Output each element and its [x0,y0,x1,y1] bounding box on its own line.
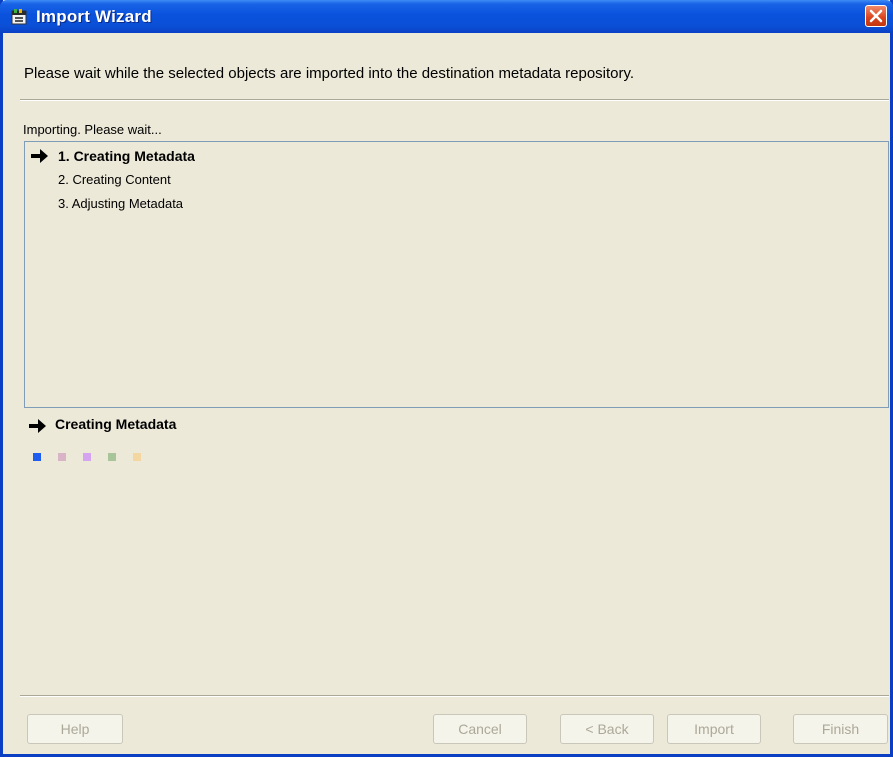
step-item-creating-metadata: 1. Creating Metadata [58,148,195,164]
bottom-divider [20,695,889,697]
step-item-creating-content: 2. Creating Content [58,172,171,187]
right-arrow-icon [29,419,46,433]
right-arrow-icon [31,149,48,163]
instruction-text: Please wait while the selected objects a… [24,65,635,82]
progress-square [133,453,141,461]
status-label: Importing. Please wait... [23,122,162,137]
top-divider [20,99,889,101]
finish-button[interactable]: Finish [793,714,888,744]
current-step-label: Creating Metadata [55,416,177,432]
help-button[interactable]: Help [27,714,123,744]
cancel-button[interactable]: Cancel [433,714,527,744]
close-icon [869,9,883,23]
progress-square [58,453,66,461]
import-wizard-icon [10,8,28,26]
step-item-adjusting-metadata: 3. Adjusting Metadata [58,196,184,211]
steps-panel: 1. Creating Metadata 2. Creating Content… [24,141,889,408]
back-button[interactable]: < Back [560,714,654,744]
close-button[interactable] [865,5,887,27]
progress-square [108,453,116,461]
import-button[interactable]: Import [667,714,761,744]
progress-square [83,453,91,461]
import-wizard-window: Import Wizard Please wait while the sele… [0,0,893,757]
progress-square [33,453,41,461]
title-bar[interactable]: Import Wizard [0,0,893,33]
window-title: Import Wizard [36,7,152,26]
